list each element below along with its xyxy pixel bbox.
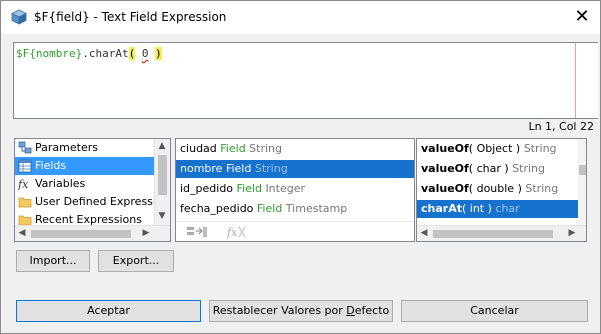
field-list[interactable]: ciudad Field String nombre Field String … <box>175 138 415 242</box>
accept-button[interactable]: Aceptar <box>16 300 201 322</box>
category-item-user-defined-expression[interactable]: User Defined Expression <box>15 193 170 211</box>
category-vertical-scrollbar[interactable]: ▲ ▼ <box>154 139 170 225</box>
scroll-up-icon[interactable]: ▲ <box>155 139 169 153</box>
caret-position: Ln 1, Col 22 <box>528 120 594 133</box>
method-params: ( Object ) <box>468 142 521 155</box>
reset-defaults-button[interactable]: Restablecer Valores por Defecto <box>209 300 393 322</box>
insert-function-icon[interactable]: fx <box>226 225 248 239</box>
title-bar: $F{field} - Text Field Expression ✕ <box>1 1 600 34</box>
scroll-thumb[interactable] <box>31 230 131 238</box>
expr-space <box>135 47 142 60</box>
cancel-button[interactable]: Cancelar <box>401 300 588 322</box>
category-label: User Defined Expression <box>35 195 170 208</box>
field-type: String <box>249 142 282 155</box>
import-button[interactable]: Import... <box>16 250 90 272</box>
method-name: valueOf <box>421 182 469 195</box>
category-list[interactable]: Parameters Fields fx Variables User Defi… <box>14 138 171 242</box>
category-item-variables[interactable]: fx Variables <box>15 175 154 193</box>
folder-icon <box>18 197 32 208</box>
scroll-thumb[interactable] <box>433 230 553 238</box>
category-item-parameters[interactable]: Parameters <box>15 139 154 157</box>
expression-editor[interactable]: $F{nombre}.charAt( 0 ) <box>13 42 598 119</box>
method-return-type: char <box>495 202 520 215</box>
field-name: fecha_pedido <box>180 202 254 215</box>
insert-field-icon[interactable] <box>186 225 208 239</box>
field-toolbar: fx <box>176 221 414 241</box>
field-type: Timestamp <box>285 202 348 215</box>
svg-text:fx: fx <box>18 178 29 191</box>
method-name: charAt <box>421 202 462 215</box>
fields-icon <box>18 159 32 173</box>
field-kind: Field <box>225 162 252 175</box>
window-title: $F{field} - Text Field Expression <box>34 10 227 24</box>
category-label: Fields <box>35 159 67 172</box>
app-cube-icon <box>11 9 27 25</box>
method-vertical-scrollbar[interactable] <box>578 139 586 225</box>
method-params: ( char ) <box>468 162 509 175</box>
category-label: Parameters <box>35 141 98 154</box>
category-label: Variables <box>35 177 86 190</box>
close-icon[interactable]: ✕ <box>571 6 593 28</box>
category-item-fields[interactable]: Fields <box>15 157 154 175</box>
method-horizontal-scrollbar[interactable]: ◀ ▶ <box>417 225 586 241</box>
editor-margin-line <box>575 43 576 118</box>
reset-label: efecto <box>354 304 390 317</box>
reset-label: Restablecer Valores por <box>212 304 347 317</box>
expr-field-token: $F{nombre} <box>16 47 83 60</box>
field-row[interactable]: nombre Field String <box>176 160 414 178</box>
scroll-thumb[interactable] <box>579 165 586 175</box>
expr-method-token: .charAt <box>82 47 129 60</box>
field-name: nombre <box>180 162 223 175</box>
method-row[interactable]: valueOf( double ) String <box>417 180 578 198</box>
field-name: id_pedido <box>180 182 234 195</box>
scroll-right-icon[interactable]: ▶ <box>139 226 153 240</box>
method-return-type: String <box>512 162 545 175</box>
method-list[interactable]: valueOf( Object ) String valueOf( char )… <box>416 138 587 242</box>
method-row[interactable]: valueOf( char ) String <box>417 160 578 178</box>
method-params: ( double ) <box>468 182 522 195</box>
method-return-type: String <box>525 182 559 195</box>
field-type: String <box>254 162 288 175</box>
method-name: valueOf <box>421 162 469 175</box>
fx-variables-icon: fx <box>18 178 29 191</box>
field-row[interactable]: fecha_pedido Field Timestamp <box>176 200 414 218</box>
scroll-thumb[interactable] <box>158 155 167 195</box>
reset-label-mnemonic: D <box>346 304 355 317</box>
field-kind: Field <box>256 202 283 215</box>
text-field-expression-dialog: $F{field} - Text Field Expression ✕ $F{n… <box>0 0 601 334</box>
scroll-down-icon[interactable]: ▼ <box>155 209 169 223</box>
export-button[interactable]: Export... <box>98 250 174 272</box>
scroll-left-icon[interactable]: ◀ <box>15 226 29 240</box>
field-row[interactable]: id_pedido Field Integer <box>176 180 414 198</box>
field-name: ciudad <box>180 142 217 155</box>
expression-line[interactable]: $F{nombre}.charAt( 0 ) <box>16 47 162 60</box>
method-row[interactable]: valueOf( Object ) String <box>417 140 578 158</box>
category-horizontal-scrollbar[interactable]: ◀ ▶ <box>15 225 170 241</box>
method-params: ( int ) <box>461 202 492 215</box>
svg-text:fx: fx <box>226 226 238 239</box>
field-kind: Field <box>220 142 246 155</box>
expr-close-paren: ) <box>155 47 162 60</box>
parameters-icon <box>18 141 32 154</box>
method-row[interactable]: charAt( int ) char <box>417 200 578 218</box>
method-return-type: String <box>523 142 557 155</box>
scroll-left-icon[interactable]: ◀ <box>417 226 431 240</box>
scroll-right-icon[interactable]: ▶ <box>565 226 579 240</box>
field-type: Integer <box>265 182 306 195</box>
field-row[interactable]: ciudad Field String <box>176 140 414 158</box>
field-kind: Field <box>236 182 262 195</box>
method-name: valueOf <box>421 142 469 155</box>
